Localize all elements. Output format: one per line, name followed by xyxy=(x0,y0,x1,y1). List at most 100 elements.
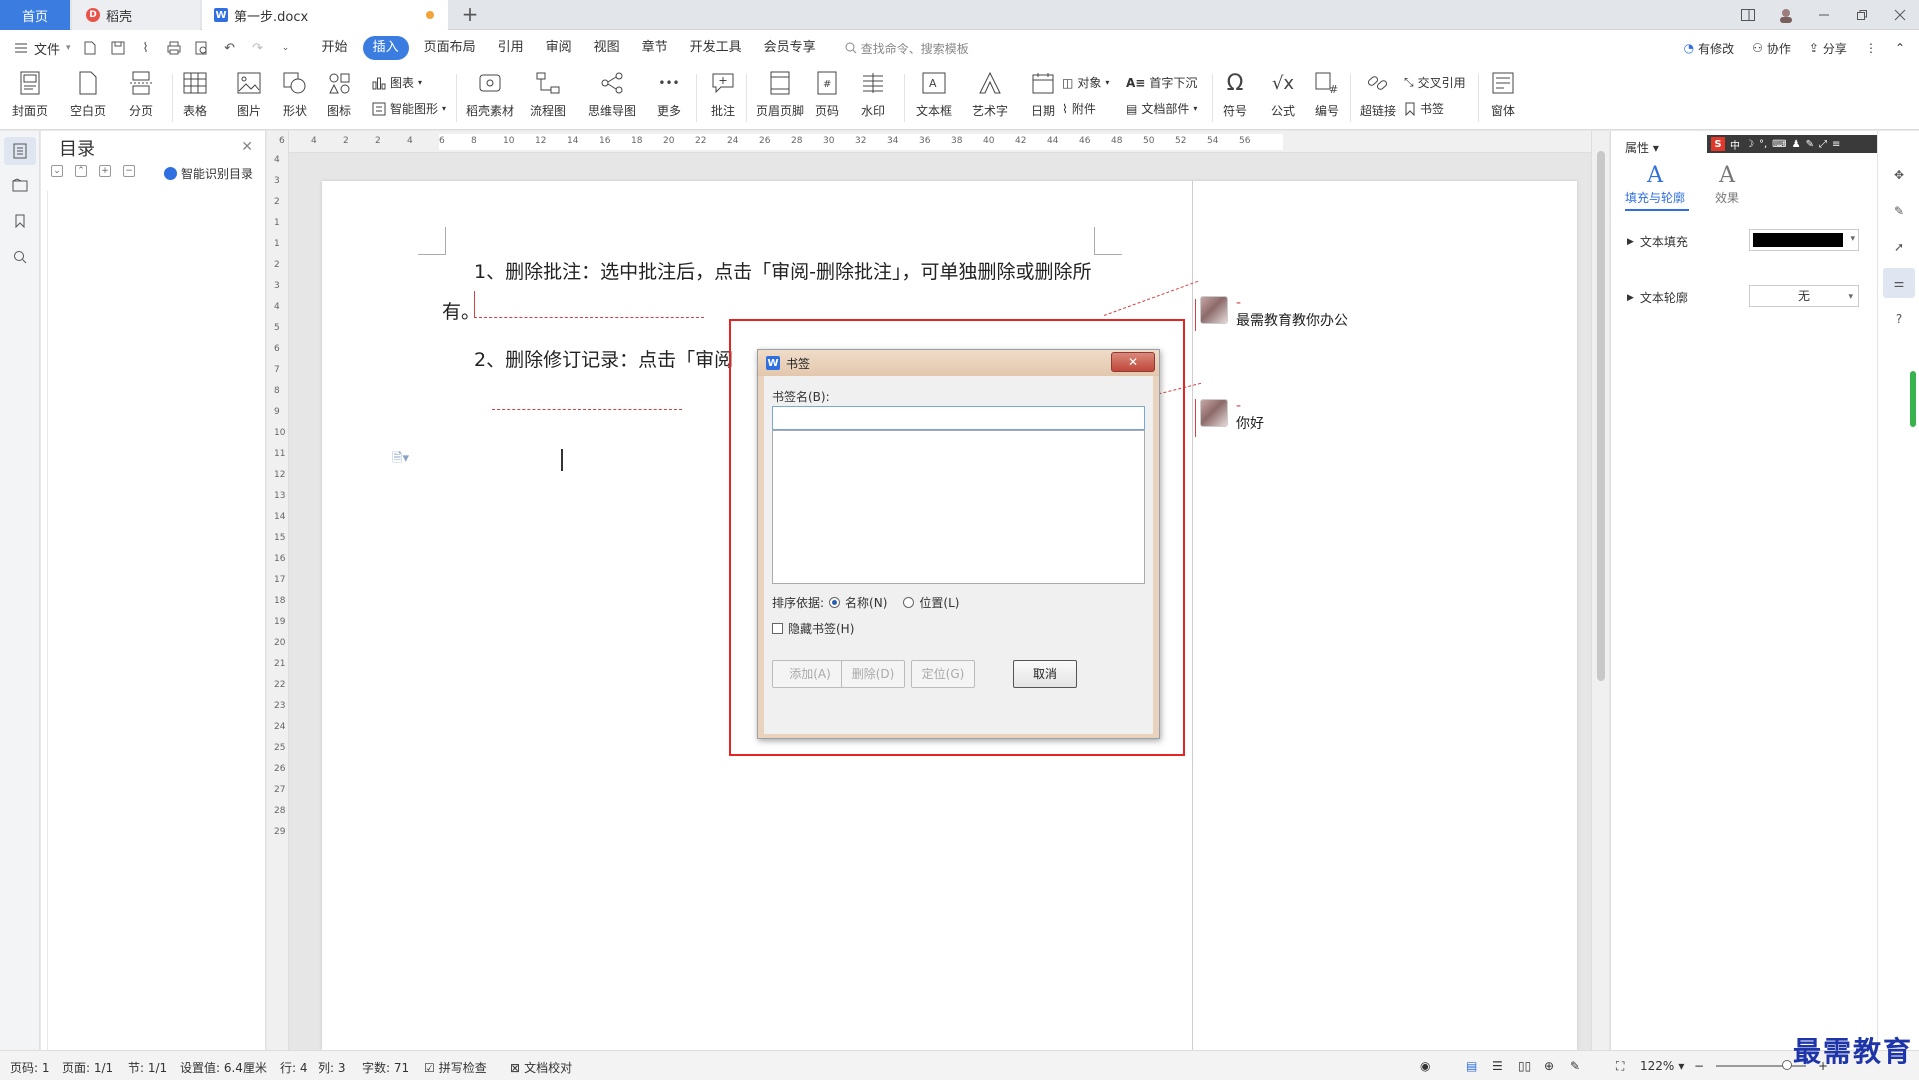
goto-bookmark-button[interactable]: 定位(G) xyxy=(911,660,975,688)
properties-icon[interactable]: ⚌ xyxy=(1889,273,1909,293)
blank-page-button[interactable]: 空白页 xyxy=(70,70,106,119)
scrollbar-thumb[interactable] xyxy=(1597,151,1605,681)
tab-effect[interactable]: A 效果 xyxy=(1715,163,1739,206)
print-icon[interactable] xyxy=(165,39,183,57)
status-word-count[interactable]: 字数: 71 xyxy=(362,1059,409,1076)
chapter-nav-icon[interactable] xyxy=(10,175,30,195)
smart-toc-button[interactable]: 智能识别目录 xyxy=(163,165,253,182)
bookmark-name-input[interactable] xyxy=(772,406,1145,430)
chart-button[interactable]: 图表 ▾ xyxy=(372,74,422,91)
sort-by-name-label[interactable]: 名称(N) xyxy=(845,594,887,611)
watermark-button[interactable]: 水印 xyxy=(860,70,886,119)
menu-tab-8[interactable]: 会员专享 xyxy=(753,36,827,60)
tab-docer[interactable]: D 稻壳 xyxy=(72,0,200,30)
user-icon[interactable]: ♟ xyxy=(1792,139,1801,150)
menu-tab-6[interactable]: 章节 xyxy=(631,36,679,60)
customize-chevron-icon[interactable]: ⌄ xyxy=(277,39,295,57)
form-window-button[interactable]: 窗体 xyxy=(1490,70,1516,119)
fit-page-icon[interactable]: ⛶ xyxy=(1616,1059,1624,1074)
tab-document[interactable]: W 第一步.docx xyxy=(202,0,448,30)
page-number-button[interactable]: # 页码 xyxy=(814,70,840,119)
table-button[interactable]: 表格 xyxy=(182,70,208,119)
bookmark-list[interactable] xyxy=(772,430,1145,584)
save-icon[interactable] xyxy=(109,39,127,57)
header-footer-button[interactable]: 页眉页脚 xyxy=(756,70,804,119)
sort-by-position-radio[interactable] xyxy=(903,597,915,608)
command-search[interactable]: 查找命令、搜索模板 xyxy=(845,40,969,57)
paragraph-marker-icon[interactable]: 🗎▾ xyxy=(392,449,409,471)
comment-1[interactable]: - 最需教育教你办公 xyxy=(1200,296,1348,330)
attachment-button[interactable]: ⌇ 附件 xyxy=(1062,100,1096,117)
text-fill-color-picker[interactable]: ▾ xyxy=(1749,229,1859,251)
share-button[interactable]: ⇪ 分享 xyxy=(1809,40,1847,57)
shape-button[interactable]: 形状 xyxy=(282,70,308,119)
property-panel-title[interactable]: 属性 ▾ xyxy=(1625,139,1659,156)
menu-tab-2[interactable]: 页面布局 xyxy=(413,36,487,60)
revise-button[interactable]: ◔ 有修改 xyxy=(1684,40,1735,57)
tab-home[interactable]: 首页 xyxy=(0,0,70,30)
ime-mode[interactable]: 中 xyxy=(1730,137,1740,152)
remove-icon[interactable]: − xyxy=(123,165,135,177)
status-pages[interactable]: 页面: 1/1 xyxy=(62,1059,113,1076)
menu-tab-4[interactable]: 审阅 xyxy=(535,36,583,60)
sort-by-name-radio[interactable] xyxy=(829,597,841,608)
zoom-out-icon[interactable]: − xyxy=(1694,1059,1704,1073)
date-button[interactable]: 日期 xyxy=(1030,70,1056,119)
tools-icon[interactable]: ✎ xyxy=(1806,139,1814,150)
write-view-icon[interactable]: ✎ xyxy=(1570,1059,1580,1073)
hide-bookmarks-checkbox[interactable] xyxy=(772,623,783,634)
status-setting[interactable]: 设置值: 6.4厘米 xyxy=(180,1059,267,1076)
punctuation-icon[interactable]: °, xyxy=(1759,139,1767,150)
vertical-scrollbar[interactable] xyxy=(1591,131,1609,1050)
doc-parts-button[interactable]: ▤ 文档部件 ▾ xyxy=(1126,100,1197,117)
smartart-button[interactable]: 智能图形 ▾ xyxy=(372,100,446,117)
eye-protect-icon[interactable]: ◉ xyxy=(1420,1059,1430,1073)
object-button[interactable]: ◫ 对象 ▾ xyxy=(1062,74,1109,91)
new-tab-button[interactable]: + xyxy=(458,4,482,26)
user-avatar[interactable] xyxy=(1767,0,1805,30)
bookmark-nav-icon[interactable] xyxy=(10,211,30,231)
search-nav-icon[interactable] xyxy=(10,247,30,267)
text-fill-row[interactable]: ▶ 文本填充 xyxy=(1627,233,1688,250)
add-bookmark-button[interactable]: 添加(A) xyxy=(772,660,848,688)
cross-reference-button[interactable]: ⤡ 交叉引用 xyxy=(1404,74,1466,91)
read-view-icon[interactable]: ▯▯ xyxy=(1518,1059,1531,1073)
dialog-close-button[interactable]: ✕ xyxy=(1111,352,1155,372)
more-options-icon[interactable]: ⋮ xyxy=(1865,41,1877,55)
more-button[interactable]: ••• 更多 xyxy=(656,70,682,119)
comment-2[interactable]: - 你好 xyxy=(1200,399,1264,433)
print-preview-icon[interactable] xyxy=(193,39,211,57)
redo-icon[interactable]: ↷ xyxy=(249,39,267,57)
delete-bookmark-button[interactable]: 删除(D) xyxy=(841,660,905,688)
outline-view-icon[interactable]: ☰ xyxy=(1492,1059,1503,1073)
text-outline-row[interactable]: ▶ 文本轮廓 xyxy=(1627,289,1688,306)
comment-button[interactable]: 批注 xyxy=(710,70,736,119)
skin-icon[interactable]: ⤢ xyxy=(1819,139,1827,150)
sogou-ime-icon[interactable]: S xyxy=(1711,137,1725,151)
hyperlink-button[interactable]: 超链接 xyxy=(1360,70,1396,119)
select-cursor-icon[interactable]: ➚ xyxy=(1889,237,1909,257)
toc-nav-icon[interactable] xyxy=(10,141,30,161)
collaborate-button[interactable]: ⚇ 协作 xyxy=(1752,40,1791,57)
page-view-icon[interactable]: ▤ xyxy=(1466,1059,1477,1073)
half-width-icon[interactable]: ☽ xyxy=(1745,139,1754,150)
textbox-button[interactable]: A 文本框 xyxy=(916,70,952,119)
undo-icon[interactable]: ↶ xyxy=(221,39,239,57)
format-painter-icon[interactable]: ⌇ xyxy=(137,39,155,57)
help-icon[interactable]: ? xyxy=(1889,309,1909,329)
keyboard-icon[interactable]: ⌨ xyxy=(1772,139,1786,150)
pen-icon[interactable]: ✎ xyxy=(1889,201,1909,221)
cancel-button[interactable]: 取消 xyxy=(1013,660,1077,688)
file-menu[interactable]: 文件 ▾ xyxy=(14,39,71,58)
page-break-button[interactable]: 分页 xyxy=(128,70,154,119)
numbering-button[interactable]: # 编号 xyxy=(1314,70,1340,119)
dialog-title-bar[interactable]: W 书签 ✕ xyxy=(758,350,1159,376)
docer-material-button[interactable]: 稻壳素材 xyxy=(466,70,514,119)
wordart-button[interactable]: 艺术字 xyxy=(972,70,1008,119)
style-icon[interactable]: ✥ xyxy=(1889,165,1909,185)
bookmark-button[interactable]: 书签 xyxy=(1404,100,1444,117)
add-icon[interactable]: + xyxy=(99,165,111,177)
menu-icon[interactable]: ≡ xyxy=(1832,139,1840,150)
tab-fill-outline[interactable]: A 填充与轮廓 xyxy=(1625,163,1685,206)
drop-cap-button[interactable]: A≡ 首字下沉 xyxy=(1126,74,1197,91)
